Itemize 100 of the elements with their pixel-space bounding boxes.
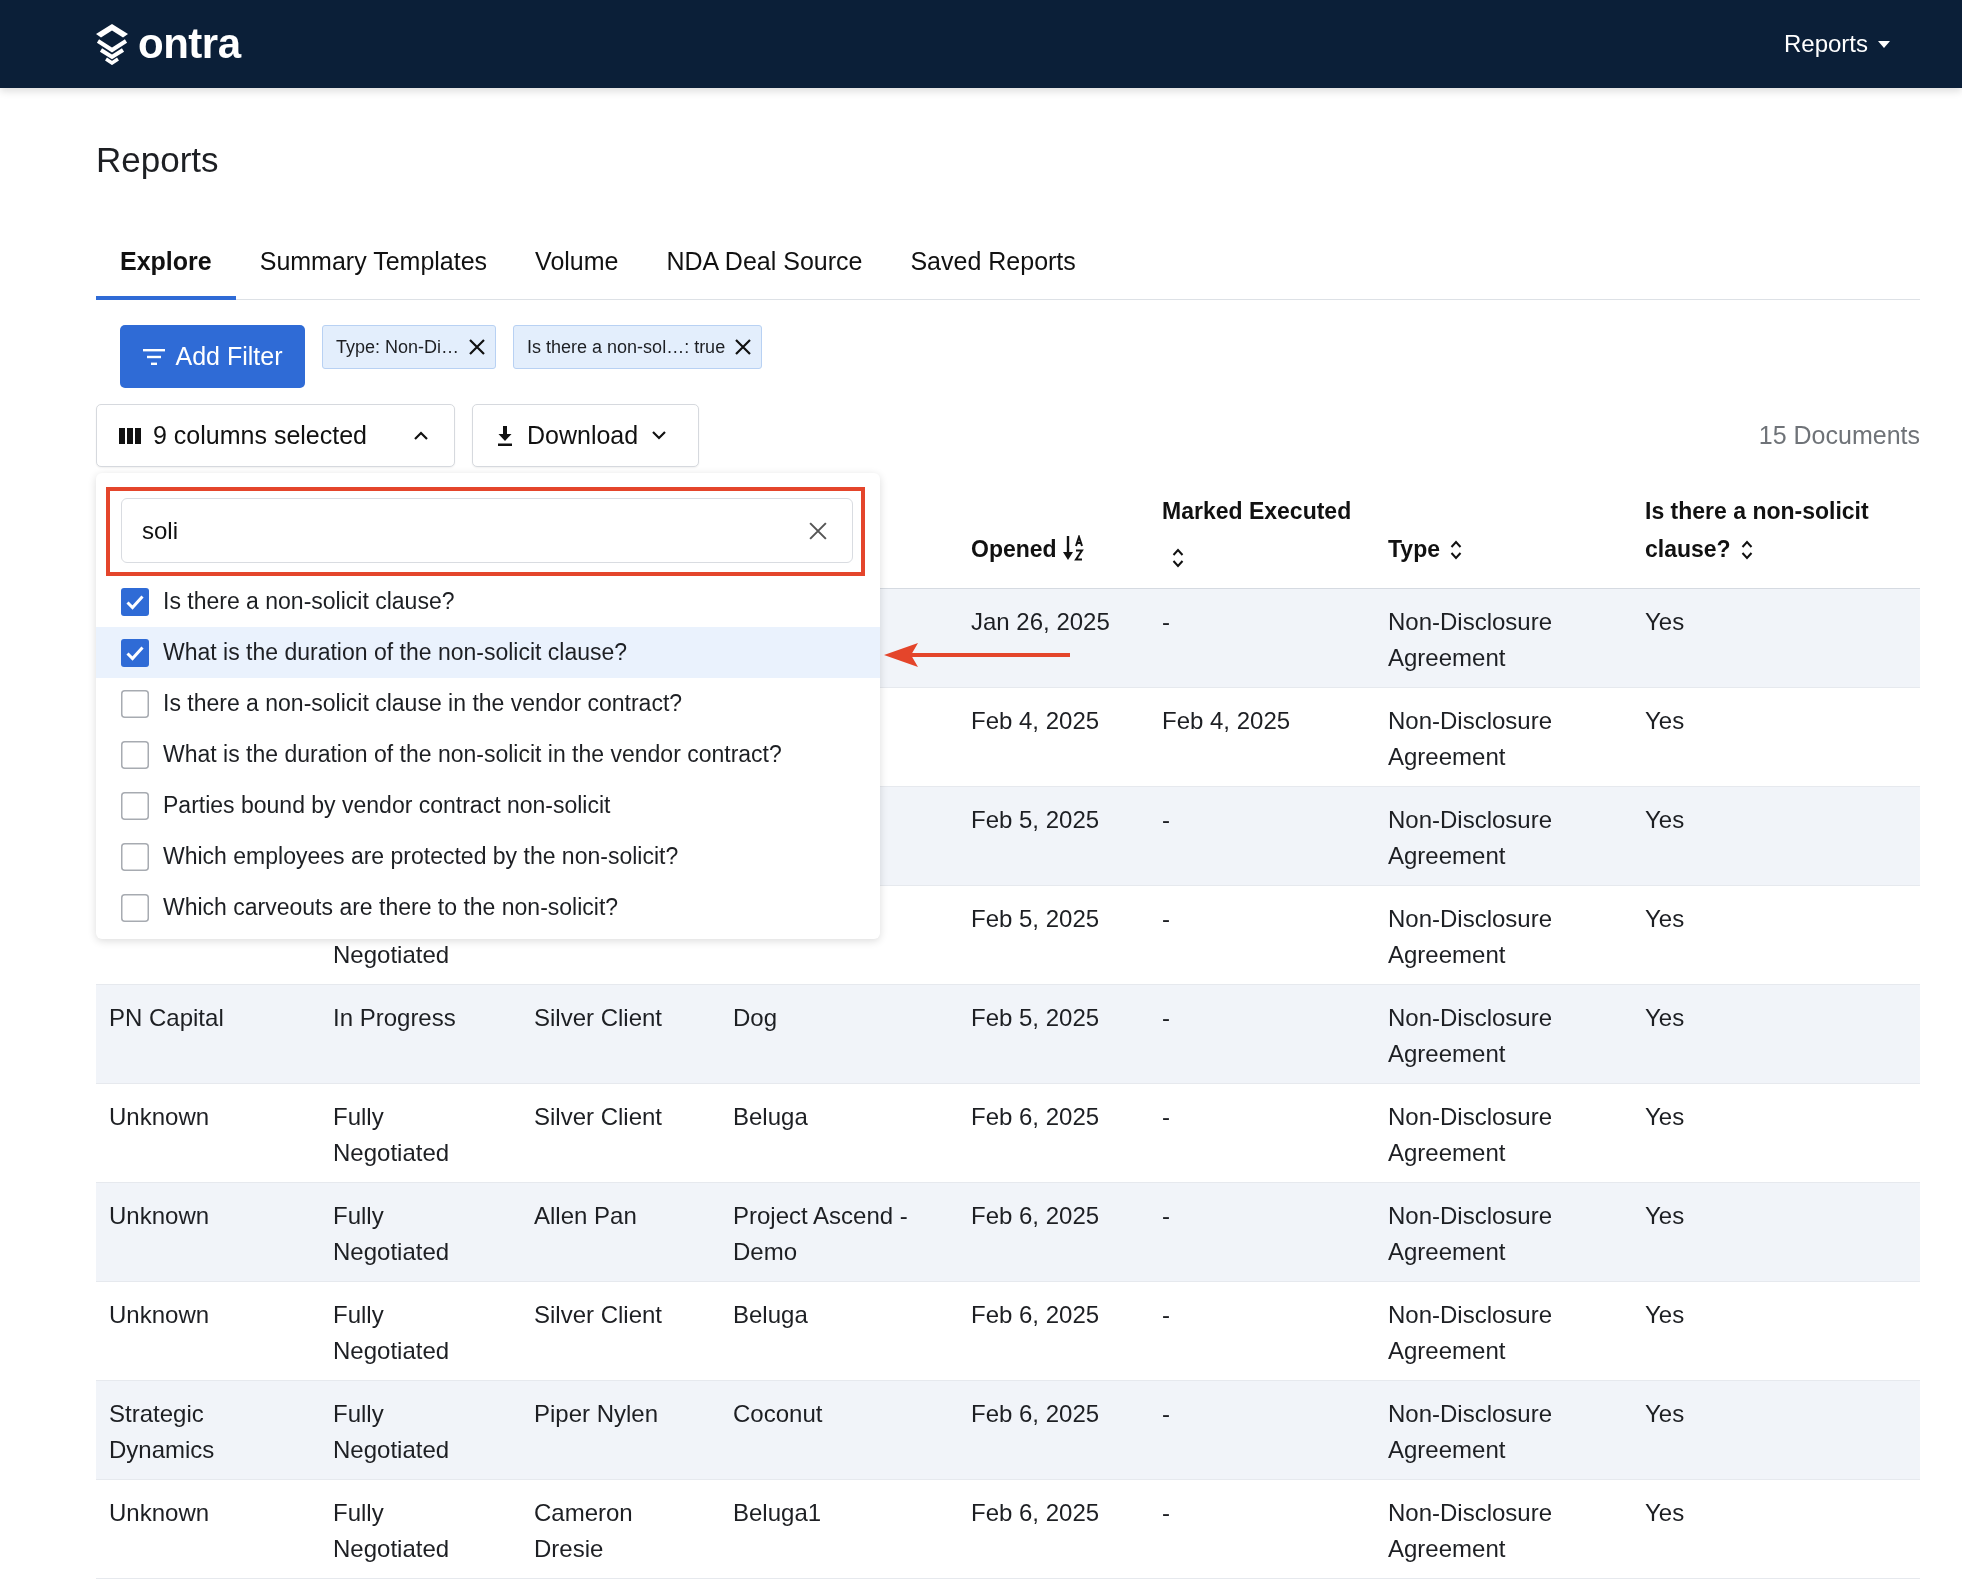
table-cell-text: -	[1162, 1201, 1170, 1231]
table-cell-text: Non-Disclosure Agreement	[1388, 706, 1554, 772]
tab[interactable]: Volume	[511, 232, 643, 300]
table-cell-text: Yes	[1645, 805, 1685, 835]
column-header[interactable]: Marked Executed	[1162, 492, 1362, 576]
column-option[interactable]: What is the duration of the non-solicit in the vendor contract?	[96, 729, 880, 780]
page-title: Reports	[96, 140, 220, 180]
table-cell-text: Yes	[1645, 706, 1685, 736]
table-cell-text: Non-Disclosure Agreement	[1388, 1201, 1554, 1267]
close-icon	[735, 339, 752, 355]
caret-down-icon	[1878, 40, 1890, 48]
column-option[interactable]: Parties bound by vendor contract non-solicit	[96, 780, 880, 831]
tab[interactable]: Summary Templates	[235, 232, 512, 300]
column-option[interactable]: Which carveouts are there to the non-solicit?	[96, 882, 880, 933]
close-icon	[469, 339, 486, 355]
remove-filter-button[interactable]	[469, 339, 486, 355]
tab[interactable]: Explore	[96, 232, 236, 300]
column-option[interactable]: Is there a non-solicit clause in the vendor contract?	[96, 678, 880, 729]
table-cell-text: Non-Disclosure Agreement	[1388, 904, 1554, 970]
chevron-up-icon	[414, 431, 428, 440]
table-cell-text: -	[1162, 805, 1170, 835]
filter-chip[interactable]: Is there a non-sol…: true	[513, 325, 763, 369]
table-cell-text: Non-Disclosure Agreement	[1388, 1300, 1554, 1366]
table-cell-text: Yes	[1645, 904, 1685, 934]
table-cell-text: Fully Negotiated	[333, 1399, 451, 1465]
table-cell-text: Fully Negotiated	[333, 1498, 451, 1564]
table-cell-text: Non-Disclosure Agreement	[1388, 607, 1554, 673]
column-option[interactable]: What is the duration of the non-solicit clause?	[96, 627, 880, 678]
checkbox[interactable]	[121, 740, 149, 769]
table-cell-text: Yes	[1645, 1399, 1685, 1429]
chevron-down-icon	[652, 431, 667, 440]
remove-filter-button[interactable]	[735, 339, 752, 355]
column-option[interactable]: Is there a non-solicit clause?	[96, 576, 880, 627]
table-cell-text: Yes	[1645, 607, 1685, 637]
table-cell-text: Fully Negotiated	[333, 1300, 451, 1366]
table-cell-text: Fully Negotiated	[333, 1102, 451, 1168]
table-cell-text: Feb 6, 2025	[971, 1498, 1100, 1528]
table-cell-text: Yes	[1645, 1300, 1685, 1330]
table-cell-text: Non-Disclosure Agreement	[1388, 805, 1554, 871]
filter-chip[interactable]: Type: Non-Di…	[322, 325, 497, 369]
table-cell-text: -	[1162, 607, 1170, 637]
table-cell-text: -	[1162, 904, 1170, 934]
table-cell-text: Feb 4, 2025	[1162, 706, 1291, 736]
table-cell-text: Non-Disclosure Agreement	[1388, 1399, 1554, 1465]
table-cell-text: Feb 6, 2025	[971, 1102, 1100, 1132]
table-cell-text: -	[1162, 1003, 1170, 1033]
checkbox[interactable]	[121, 791, 149, 820]
columns-icon	[119, 427, 141, 444]
table-cell-text: Fully Negotiated	[333, 1201, 451, 1267]
tab[interactable]: NDA Deal Source	[642, 232, 887, 300]
table-cell-text: In Progress	[333, 1003, 456, 1033]
logo-icon[interactable]	[95, 23, 129, 65]
reports-menu[interactable]: Reports	[1783, 26, 1890, 62]
search-field[interactable]: soli	[121, 498, 853, 563]
table-cell-text: Silver Client	[534, 1003, 663, 1033]
table-cell-text: Feb 5, 2025	[971, 1003, 1100, 1033]
document-count: 15 Documents	[1758, 421, 1920, 450]
filter-icon	[142, 348, 165, 365]
column-header[interactable]: Opened	[971, 530, 1085, 576]
table-cell-text: PN Capital	[109, 1003, 224, 1033]
download-icon	[497, 425, 513, 446]
table-cell-text: Feb 5, 2025	[971, 904, 1100, 934]
table-cell-text: Feb 5, 2025	[971, 805, 1100, 835]
column-header[interactable]: Type	[1388, 530, 1462, 576]
table-cell-text: Non-Disclosure Agreement	[1388, 1003, 1554, 1069]
table-cell-text: -	[1162, 1399, 1170, 1429]
table-cell-text: Non-Disclosure Agreement	[1388, 1102, 1554, 1168]
table-cell-text: Dog	[733, 1003, 778, 1033]
add-filter-button[interactable]: Add Filter	[120, 325, 305, 388]
table-cell-text: Unknown	[109, 1498, 210, 1528]
table-cell-text: Strategic Dynamics	[109, 1399, 216, 1465]
checkbox[interactable]	[121, 587, 149, 616]
checkbox[interactable]	[121, 842, 149, 871]
download-button[interactable]: Download	[472, 404, 699, 467]
table-cell-text: Silver Client	[534, 1102, 663, 1132]
table-cell-text: -	[1162, 1102, 1170, 1132]
table-cell-text: Yes	[1645, 1003, 1685, 1033]
brand-name[interactable]: ontra	[138, 20, 241, 68]
table-cell-text: Yes	[1645, 1201, 1685, 1231]
clear-search-button[interactable]	[809, 521, 827, 540]
table-cell-text: Project Ascend - Demo	[733, 1201, 909, 1267]
table-cell-text: Non-Disclosure Agreement	[1388, 1498, 1554, 1564]
table-cell-text: Yes	[1645, 1102, 1685, 1132]
close-icon	[809, 521, 827, 540]
column-header[interactable]: Is there a non-solicit clause?	[1645, 492, 1907, 576]
table-cell-text: Cameron Dresie	[534, 1498, 634, 1564]
table-cell-text: -	[1162, 1300, 1170, 1330]
table-cell-text: Piper Nylen	[534, 1399, 659, 1429]
column-option[interactable]: Which employees are protected by the non-solicit?	[96, 831, 880, 882]
table-cell-text: Unknown	[109, 1201, 210, 1231]
checkbox[interactable]	[121, 689, 149, 718]
columns-button[interactable]: 9 columns selected	[96, 404, 455, 467]
table-cell-text: Feb 4, 2025	[971, 706, 1100, 736]
table-cell-text: Beluga1	[733, 1498, 822, 1528]
checkbox[interactable]	[121, 638, 149, 667]
table-cell-text: Beluga	[733, 1300, 808, 1330]
checkbox[interactable]	[121, 893, 149, 922]
tab[interactable]: Saved Reports	[886, 232, 1100, 300]
table-cell-text: Beluga	[733, 1102, 808, 1132]
table-cell-text: Allen Pan	[534, 1201, 637, 1231]
